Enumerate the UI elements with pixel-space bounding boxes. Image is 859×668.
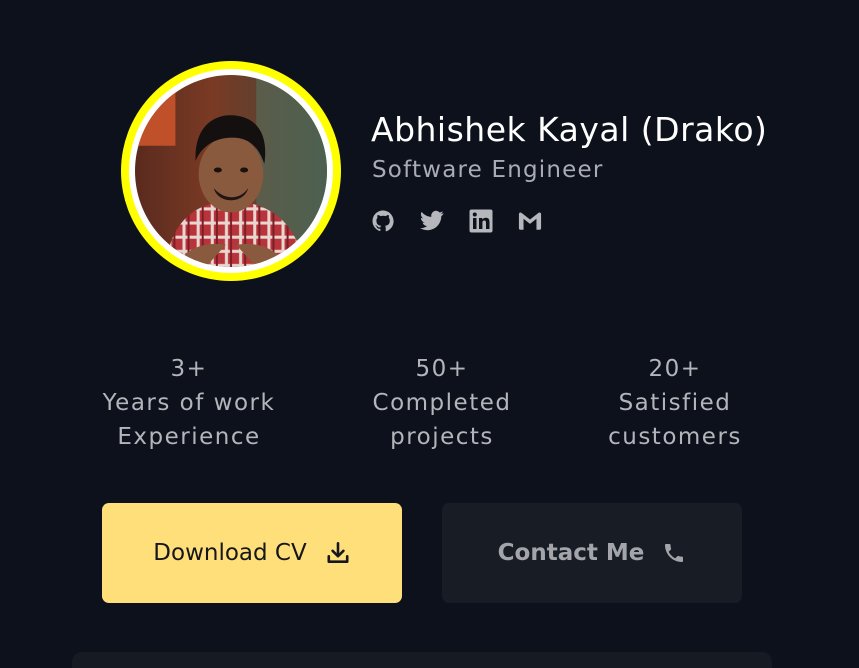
avatar-frame: [129, 69, 333, 273]
profile-role: Software Engineer: [372, 157, 604, 183]
stat-value: 20+: [648, 356, 702, 382]
stat-value: 50+: [415, 356, 469, 382]
download-icon: [327, 541, 349, 563]
github-icon: [372, 210, 394, 232]
twitter-icon: [420, 210, 444, 231]
avatar-ring: [121, 61, 341, 281]
stat-projects: 50+ Completed projects: [332, 352, 552, 454]
stat-experience: 3+ Years of work Experience: [79, 352, 299, 454]
stat-label-line2: projects: [390, 424, 494, 450]
next-section-card: [72, 652, 772, 668]
stat-label-line1: Satisfied: [618, 390, 732, 416]
gmail-link[interactable]: [518, 208, 542, 234]
stat-label-line1: Completed: [372, 390, 512, 416]
github-link[interactable]: [371, 208, 395, 234]
avatar: [135, 75, 327, 267]
stat-value: 3+: [170, 356, 208, 382]
stat-label-line2: customers: [608, 424, 742, 450]
gmail-icon: [518, 212, 542, 230]
linkedin-icon: [469, 209, 493, 233]
download-cv-button[interactable]: Download CV: [102, 503, 402, 603]
profile-name: Abhishek Kayal (Drako): [371, 110, 768, 149]
download-cv-label: Download CV: [153, 540, 307, 566]
contact-me-button[interactable]: Contact Me: [442, 503, 742, 603]
hero-section: Abhishek Kayal (Drako) Software Engineer: [0, 0, 859, 668]
stat-label-line1: Years of work: [102, 390, 276, 416]
stat-customers: 20+ Satisfied customers: [565, 352, 785, 454]
linkedin-link[interactable]: [469, 208, 493, 234]
contact-me-label: Contact Me: [497, 540, 645, 566]
twitter-link[interactable]: [420, 208, 444, 234]
stat-label-line2: Experience: [117, 424, 261, 450]
social-links: [371, 208, 542, 234]
phone-icon: [665, 544, 684, 562]
